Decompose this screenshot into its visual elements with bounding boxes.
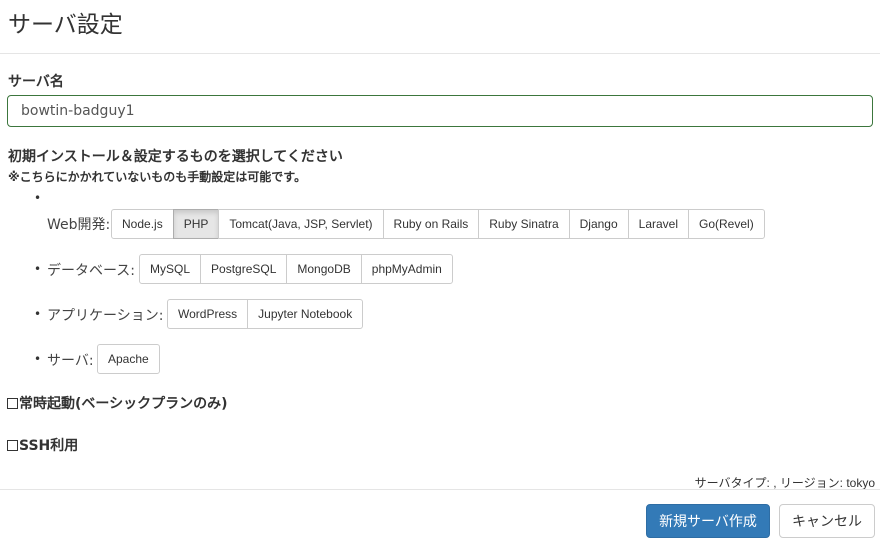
install-note: ※こちらにかかれていないものも手動設定は可能です。: [8, 170, 307, 184]
option-mysql-button[interactable]: MySQL: [139, 254, 202, 284]
always-on-label: 常時起動(ベーシックプランのみ): [19, 396, 228, 412]
server-name-label: サーバ名: [8, 74, 64, 90]
ssh-option[interactable]: SSH利用: [7, 435, 78, 455]
option-rails-button[interactable]: Ruby on Rails: [382, 209, 480, 239]
page-title: サーバ設定: [8, 12, 123, 38]
bullet: •: [34, 262, 42, 276]
cancel-button[interactable]: キャンセル: [779, 504, 875, 538]
always-on-option[interactable]: 常時起動(ベーシックプランのみ): [7, 393, 228, 413]
header-divider: [0, 53, 880, 54]
server-options-group: Apache: [97, 344, 160, 374]
create-server-button[interactable]: 新規サーバ作成: [646, 504, 770, 538]
option-go-revel-button[interactable]: Go(Revel): [688, 209, 765, 239]
option-django-button[interactable]: Django: [568, 209, 629, 239]
application-options-group: WordPress Jupyter Notebook: [167, 299, 364, 329]
web-options-group: Node.js PHP Tomcat(Java, JSP, Servlet) R…: [111, 209, 765, 239]
category-label-web: Web開発:: [47, 217, 111, 233]
ssh-label: SSH利用: [19, 438, 79, 454]
category-label-server: サーバ:: [47, 353, 94, 369]
database-options-group: MySQL PostgreSQL MongoDB phpMyAdmin: [139, 254, 453, 284]
always-on-checkbox[interactable]: [7, 397, 18, 409]
option-mongodb-button[interactable]: MongoDB: [286, 254, 362, 284]
ssh-checkbox[interactable]: [7, 439, 18, 451]
option-tomcat-button[interactable]: Tomcat(Java, JSP, Servlet): [218, 209, 384, 239]
option-wordpress-button[interactable]: WordPress: [167, 299, 249, 329]
option-laravel-button[interactable]: Laravel: [627, 209, 690, 239]
option-nodejs-button[interactable]: Node.js: [111, 209, 174, 239]
category-label-database: データベース:: [47, 263, 136, 279]
option-phpmyadmin-button[interactable]: phpMyAdmin: [360, 254, 453, 284]
option-apache-button[interactable]: Apache: [97, 344, 160, 374]
option-sinatra-button[interactable]: Ruby Sinatra: [478, 209, 570, 239]
option-postgresql-button[interactable]: PostgreSQL: [200, 254, 288, 284]
server-name-input[interactable]: [7, 95, 873, 127]
bullet: •: [34, 352, 42, 366]
category-label-application: アプリケーション:: [47, 308, 164, 324]
option-jupyter-button[interactable]: Jupyter Notebook: [247, 299, 364, 329]
footer-divider: [0, 489, 880, 490]
option-php-button[interactable]: PHP: [172, 209, 220, 239]
install-heading: 初期インストール＆設定するものを選択してください: [8, 149, 343, 165]
bullet: •: [34, 307, 42, 321]
bullet: •: [34, 191, 42, 205]
